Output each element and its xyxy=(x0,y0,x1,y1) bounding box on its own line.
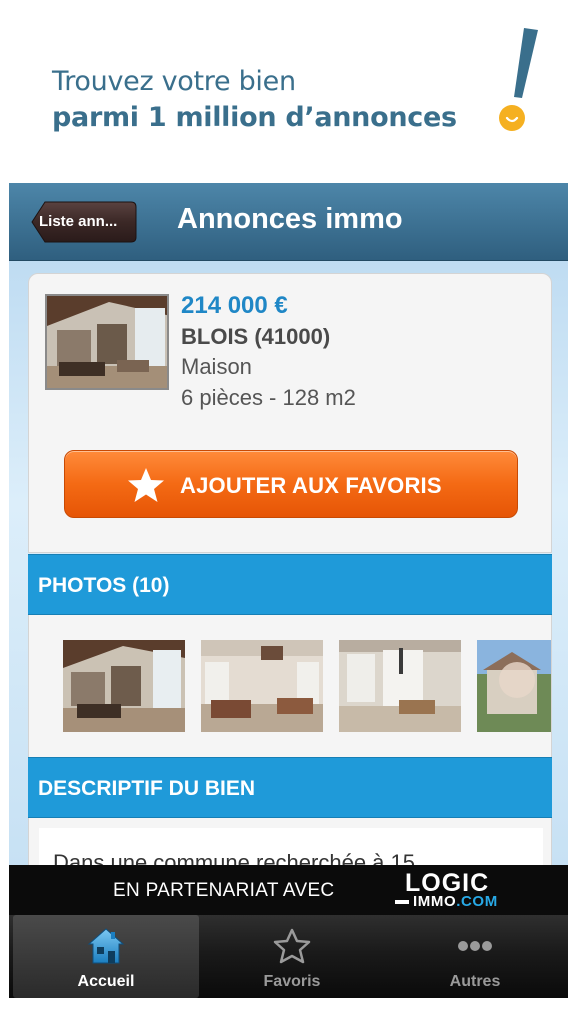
navigation-bar: Liste ann... Annonces immo xyxy=(9,183,568,261)
logo-dash xyxy=(395,900,409,904)
listing-city: BLOIS (41000) xyxy=(181,324,331,349)
tab-favoris-label: Favoris xyxy=(263,973,321,990)
photos-section-header: PHOTOS (10) xyxy=(28,554,552,615)
content-area[interactable]: 214 000 € BLOIS (41000) Maison 6 pièces … xyxy=(9,261,568,888)
photos-section-title: PHOTOS (10) xyxy=(38,574,170,597)
tab-autres-label: Autres xyxy=(449,973,501,990)
logic-immo-logo: LOGIC IMMO.COM xyxy=(391,869,511,911)
description-section-title: DESCRIPTIF DU BIEN xyxy=(38,777,256,800)
photo-living-room-2 xyxy=(201,640,323,732)
listing-type: Maison xyxy=(181,354,252,379)
description-section-header: DESCRIPTIF DU BIEN xyxy=(28,757,552,818)
logo-bottom-text: IMMO.COM xyxy=(413,893,498,910)
photo-living-room-3 xyxy=(339,640,461,732)
listing-price: 214 000 € xyxy=(181,292,288,319)
exclamation-logo-icon xyxy=(499,28,538,131)
tab-favoris[interactable]: Favoris xyxy=(199,915,385,998)
page-title: Annonces immo xyxy=(177,203,403,235)
house-icon xyxy=(87,928,125,964)
promo-header: Trouvez votre bien parmi 1 million d’ann… xyxy=(0,0,576,183)
tab-accueil[interactable]: Accueil xyxy=(13,915,199,998)
photo-thumbnail-3[interactable] xyxy=(339,640,461,732)
photo-thumbnail-2[interactable] xyxy=(201,640,323,732)
app-screen: Liste ann... Annonces immo 214 000 € BLO… xyxy=(9,183,568,998)
photo-living-room-1 xyxy=(63,640,185,732)
tab-autres[interactable]: Autres xyxy=(382,915,568,998)
promo-line-2: parmi 1 million d’annonces xyxy=(52,102,457,133)
tab-accueil-label: Accueil xyxy=(77,973,135,990)
listing-card: 214 000 € BLOIS (41000) Maison 6 pièces … xyxy=(28,273,552,553)
listing-details: 6 pièces - 128 m2 xyxy=(181,385,356,410)
add-to-favorites-button[interactable]: AJOUTER AUX FAVORIS xyxy=(64,450,518,518)
partner-text: EN PARTENARIAT AVEC xyxy=(113,880,335,901)
photo-thumbnail-1[interactable] xyxy=(63,640,185,732)
listing-thumbnail-image xyxy=(47,296,167,388)
photo-exterior xyxy=(477,640,551,732)
photos-carousel[interactable] xyxy=(28,615,552,757)
partner-banner[interactable]: EN PARTENARIAT AVEC LOGIC IMMO.COM xyxy=(9,865,568,915)
logo-bottom-word: IMMO xyxy=(413,893,457,910)
photo-thumbnail-4[interactable] xyxy=(477,640,551,732)
add-to-favorites-label: AJOUTER AUX FAVORIS xyxy=(180,473,442,498)
star-icon xyxy=(128,468,164,502)
more-dots-icon xyxy=(458,941,492,951)
promo-line-1: Trouvez votre bien xyxy=(52,66,296,97)
back-button-label[interactable]: Liste ann... xyxy=(39,213,117,230)
listing-thumbnail[interactable] xyxy=(45,294,169,390)
logo-suffix: .COM xyxy=(456,893,498,910)
star-outline-icon xyxy=(273,928,311,964)
tab-bar: Accueil Favoris Autres xyxy=(9,915,568,998)
